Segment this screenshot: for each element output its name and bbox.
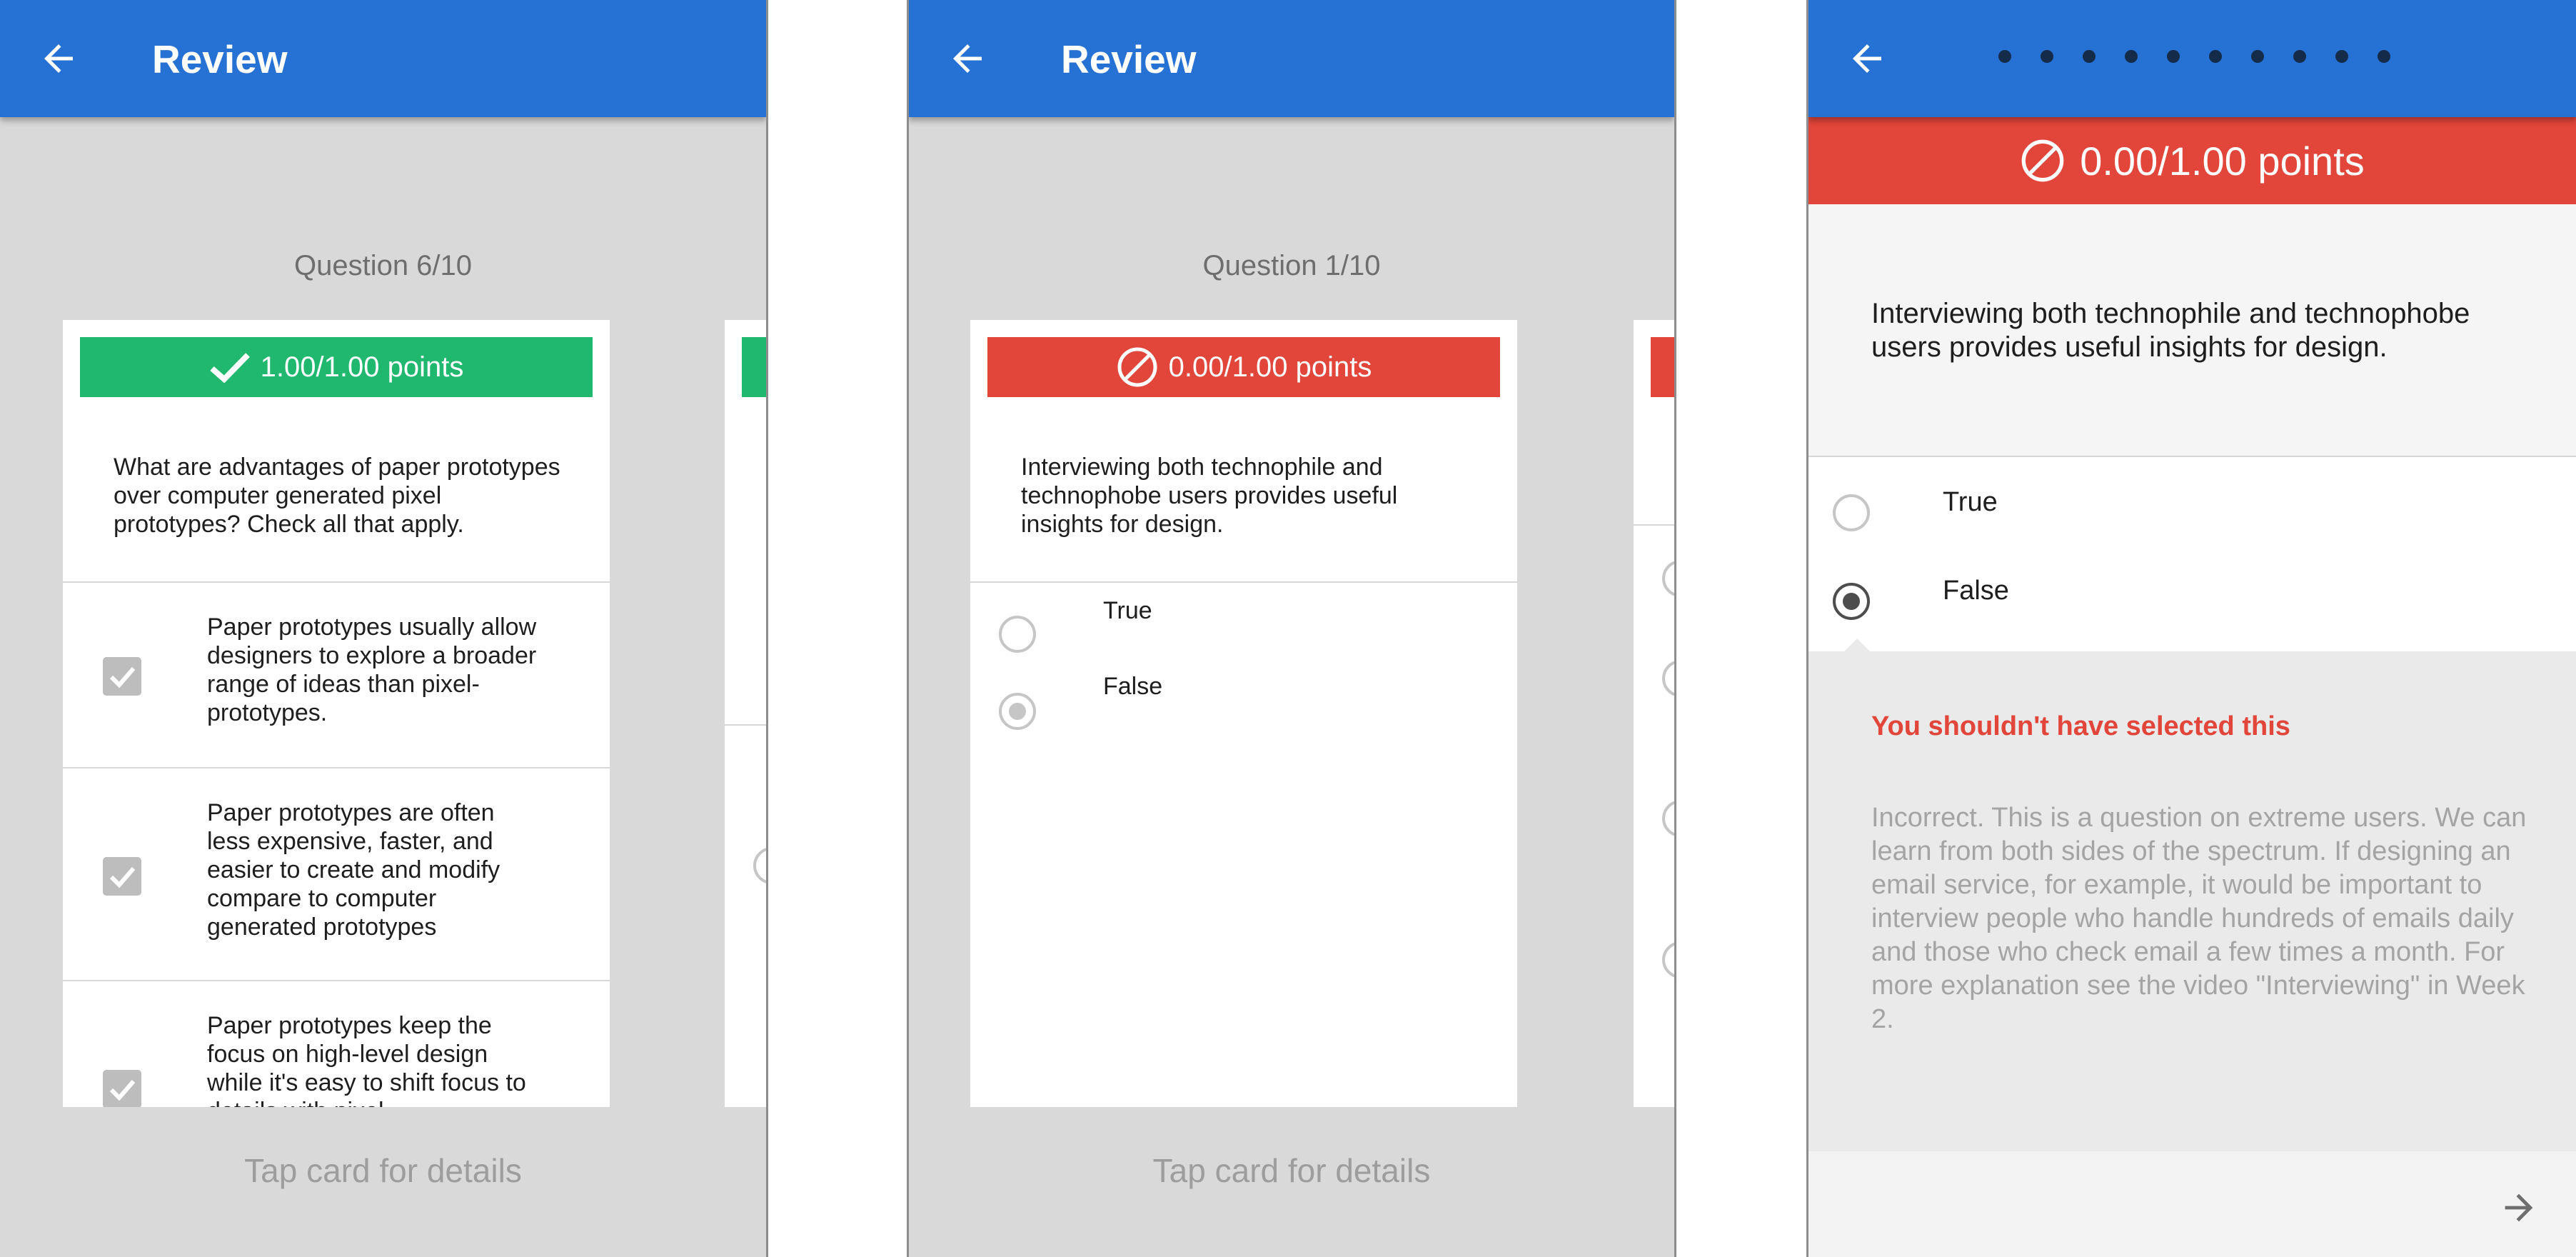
no-entry-icon [1117,347,1157,387]
forward-arrow-icon[interactable] [2498,1187,2540,1228]
score-text: 1.00/1.00 points [260,351,464,383]
no-entry-icon [2021,139,2064,182]
tap-hint: Tap card for details [244,1152,522,1189]
progress-dot[interactable] [2167,50,2180,63]
radio-button-selected[interactable] [999,693,1036,730]
radio-button-selected[interactable] [1833,583,1870,620]
answer-option[interactable]: Paper prototypes usually allow designers… [63,583,610,767]
progress-dot[interactable] [2209,50,2222,63]
progress-dot[interactable] [2125,50,2138,63]
checkbox-checked-icon[interactable] [103,857,141,896]
app-bar-title: Review [1061,37,1197,81]
answer-option-true[interactable]: True [970,583,1517,660]
progress-dot[interactable] [2041,50,2053,63]
app-bar [1808,0,2576,117]
score-banner: 0.00/1.00 points [1808,117,2576,204]
app-bar: Review [909,0,1674,117]
progress-dot[interactable] [1998,50,2011,63]
back-arrow-icon[interactable] [1846,37,1888,80]
answer-option-false[interactable]: False [970,660,1517,746]
app-bar: Review [0,0,766,117]
question-card[interactable]: 1.00/1.00 points What are advantages of … [63,320,610,1107]
answer-option-label: Paper prototypes usually allow designers… [207,614,537,726]
radio-peek [1662,560,1674,597]
answer-option-label: False [1103,673,1163,700]
checkbox-checked-icon[interactable] [103,657,141,696]
answer-option-label: False [1943,576,2009,606]
score-text: 0.00/1.00 points [1168,351,1372,383]
radio-button[interactable] [999,616,1036,653]
answer-option[interactable]: Paper prototypes are often less expensiv… [63,768,610,980]
checkbox-checked-icon[interactable] [103,1070,141,1107]
answer-option-true[interactable]: True [1808,457,2576,546]
score-banner-peek [1651,337,1674,397]
feedback-text: Incorrect. This is a question on extreme… [1871,803,2527,1034]
feedback-panel: You shouldn't have selected this Incorre… [1808,638,2576,1151]
answer-option-label: True [1943,487,1998,517]
score-banner-peek [742,337,766,397]
radio-button[interactable] [1833,494,1870,531]
radio-peek [1662,941,1674,978]
answer-option-false[interactable]: False [1808,546,2576,651]
question-card[interactable]: 0.00/1.00 points Interviewing both techn… [970,320,1517,1107]
question-text: Interviewing both technophile and techno… [1871,298,2470,363]
back-arrow-icon[interactable] [37,37,80,80]
answer-option-label: Paper prototypes are often less expensiv… [207,799,500,941]
question-counter: Question 1/10 [1202,250,1381,281]
next-card-peek[interactable] [1634,320,1674,1107]
question-counter: Question 6/10 [293,250,473,281]
question-section: Interviewing both technophile and techno… [1808,204,2576,456]
radio-peek [1662,660,1674,697]
answer-option-label: True [1103,597,1152,624]
feedback-pointer [1844,638,1870,651]
question-text: What are advantages of paper prototypes … [114,454,560,538]
feedback-title: You shouldn't have selected this [1871,711,2290,741]
progress-dot[interactable] [2335,50,2348,63]
radio-peek [753,847,766,884]
progress-dots [1998,50,2390,63]
divider [1634,524,1674,526]
answer-option[interactable]: Paper prototypes keep the focus on high-… [63,981,610,1107]
screen-question-detail: 0.00/1.00 points Interviewing both techn… [1806,0,2576,1257]
question-text: Interviewing both technophile and techno… [1021,454,1398,538]
divider [725,724,766,726]
radio-peek [1662,800,1674,837]
score-text: 0.00/1.00 points [2080,138,2365,184]
screen-review-question-1: Review Question 1/10 0.00/1.00 points In… [907,0,1676,1257]
checkmark-icon [210,353,250,383]
app-bar-title: Review [152,37,288,81]
answer-option-label: Paper prototypes keep the focus on high-… [207,1012,526,1107]
screen-review-question-6: Review Question 6/10 1.00/1.00 points Wh… [0,0,768,1257]
bottom-bar [1808,1151,2576,1257]
next-card-peek[interactable] [725,320,766,1107]
back-arrow-icon[interactable] [946,37,989,80]
score-banner: 0.00/1.00 points [987,337,1500,397]
progress-dot[interactable] [2083,50,2095,63]
score-banner: 1.00/1.00 points [80,337,593,397]
progress-dot[interactable] [2251,50,2264,63]
progress-dot[interactable] [2293,50,2306,63]
progress-dot[interactable] [2378,50,2390,63]
tap-hint: Tap card for details [1152,1152,1431,1189]
